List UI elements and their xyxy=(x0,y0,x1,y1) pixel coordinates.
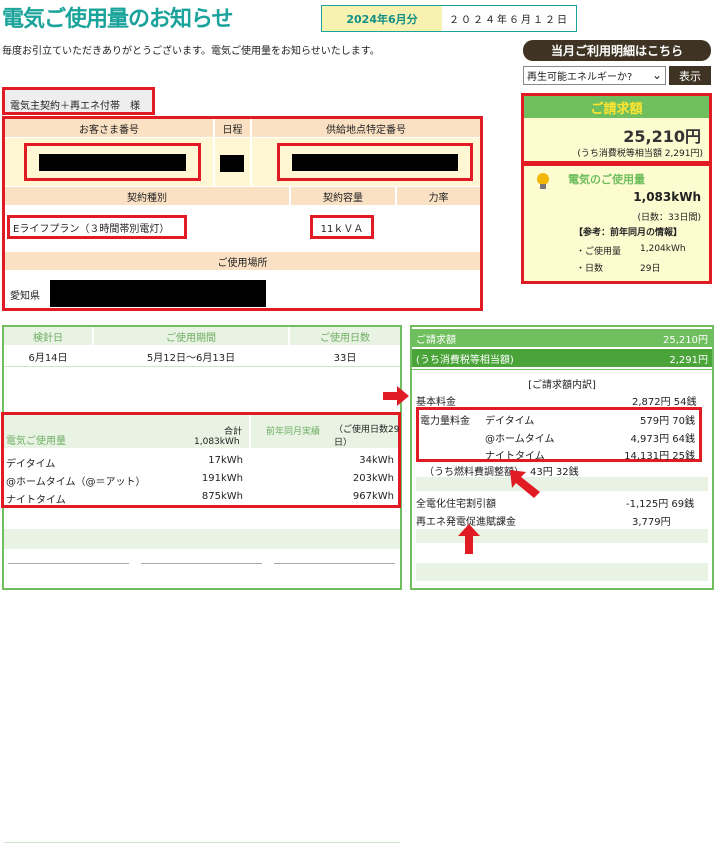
period-header-1: ご使用期間 xyxy=(94,327,288,345)
tax-row: (うち消費税等相当額) 2,291円 xyxy=(412,349,712,367)
monthly-detail-button[interactable]: 当月ご利用明細はこちら xyxy=(523,40,711,61)
usage-days-count: 33日 xyxy=(333,352,357,364)
bill-amount: 25,210円 xyxy=(623,127,701,146)
power-row-nighttime-value: 14,131円 25銭 xyxy=(624,451,695,462)
prev-year-label: 前年同月実績 xyxy=(266,427,321,437)
power-row-daytime-name: デイタイム xyxy=(485,416,535,427)
usage-amount: 1,083kWh xyxy=(633,190,701,204)
page-title: 電気ご使用量のお知らせ xyxy=(2,7,234,32)
row-hometime-cur: 191kWh xyxy=(201,473,243,484)
row-nighttime-prev: 967kWh xyxy=(352,491,394,502)
prev-usage-label: ・ご使用量 xyxy=(576,247,622,257)
power-label: 電力量料金 xyxy=(420,416,470,427)
arrow-up-left-icon xyxy=(510,470,540,498)
reference-title: 【参考：前年同月の情報】 xyxy=(574,228,683,238)
spacer-band xyxy=(416,563,708,581)
contract-info-table: お客さま番号 日程 供給地点特定番号 契約種別 契約容量 力率 Eライフプラン（… xyxy=(2,116,483,311)
power-row-hometime-value: 4,973円 64銭 xyxy=(630,434,695,445)
fuel-label: （うち燃料費調整額） xyxy=(424,467,524,478)
show-button[interactable]: 表示 xyxy=(669,66,711,85)
notice-date: ２０２４年６月１２日 xyxy=(449,15,569,26)
charge-breakdown-panel: ご請求額 25,210円 (うち消費税等相当額) 2,291円 [ご請求額内訳] 基… xyxy=(410,325,714,590)
power-factor-label: 力率 xyxy=(397,187,480,205)
contract-name: 電気主契約＋再エネ付帯 様 xyxy=(10,101,140,112)
divider xyxy=(412,369,712,370)
usage-label: 電気のご使用量 xyxy=(568,173,645,186)
divider xyxy=(8,563,129,564)
row-daytime-prev: 34kWh xyxy=(359,455,394,466)
discount-value: -1,125円 69銭 xyxy=(626,499,695,510)
supply-point-label: 供給地点特定番号 xyxy=(252,119,480,137)
row-nighttime-name: ナイトタイム xyxy=(6,495,66,506)
location-value: 愛知県 xyxy=(10,291,40,302)
customer-no-highlight xyxy=(24,143,201,181)
prev-days-label: ・日数 xyxy=(576,264,604,274)
chevron-down-icon: ⌄ xyxy=(651,68,662,82)
row-hometime-prev: 203kWh xyxy=(352,473,394,484)
row-hometime-name: @ホームタイム（@＝アット） xyxy=(6,477,146,488)
redacted-block xyxy=(292,154,458,171)
row-nighttime-cur: 875kWh xyxy=(201,491,243,502)
total-value: 1,083kWh xyxy=(194,437,240,447)
bill-row-label: ご請求額 xyxy=(416,334,456,346)
base-value: 2,872円 54銭 xyxy=(632,397,697,408)
detail-select[interactable]: 再生可能エネルギーか? ⌄ xyxy=(523,66,666,85)
prev-year-days: （ご使用日数29日） xyxy=(334,425,400,448)
redacted-block xyxy=(50,280,266,307)
redacted-block xyxy=(39,154,186,171)
billing-month: 2024年6月分 xyxy=(322,6,442,31)
bill-row-value: 25,210円 xyxy=(663,334,708,346)
light-bulb-icon xyxy=(537,173,549,189)
bill-label: ご請求額 xyxy=(524,96,709,118)
supply-point-highlight xyxy=(277,143,473,181)
renew-value: 3,779円 xyxy=(632,517,671,528)
period-header-0: 検針日 xyxy=(4,327,92,345)
contract-name-box: 電気主契約＋再エネ付帯 様 xyxy=(2,87,155,115)
bill-row: ご請求額 25,210円 xyxy=(412,329,712,347)
bill-summary-box: ご請求額 25,210円 (うち消費税等相当額 2,291円) xyxy=(521,93,712,164)
power-row-daytime-value: 579円 70銭 xyxy=(640,416,695,427)
customer-no-label: お客さま番号 xyxy=(5,119,213,137)
prev-usage-value: 1,204kWh xyxy=(640,244,686,254)
billing-month-box: 2024年6月分 ２０２４年６月１２日 xyxy=(321,5,577,32)
usage-period: 5月12日～6月13日 xyxy=(146,352,236,364)
tax-row-value: 2,291円 xyxy=(669,354,708,366)
schedule-label: 日程 xyxy=(215,119,250,137)
detail-select-value: 再生可能エネルギーか? xyxy=(527,72,633,83)
row-daytime-name: デイタイム xyxy=(6,459,56,470)
power-row-hometime-name: @ホームタイム xyxy=(485,434,555,445)
capacity-value: 11ｋＶＡ xyxy=(320,223,364,235)
usage-days: (日数：33日間) xyxy=(637,213,701,223)
tax-row-label: (うち消費税等相当額) xyxy=(416,354,514,366)
arrow-right-icon xyxy=(383,386,409,406)
prev-days-value: 29日 xyxy=(640,264,661,274)
divider xyxy=(4,366,400,367)
period-header-2: ご使用日数 xyxy=(290,327,400,345)
arrow-up-icon xyxy=(458,524,480,554)
total-label: 合計 xyxy=(224,427,243,437)
contract-type-label: 契約種別 xyxy=(5,187,289,205)
usage-table: 電気ご使用量 合計 1,083kWh 前年同月実績 （ご使用日数29日） デイタ… xyxy=(1,412,401,508)
capacity-highlight: 11ｋＶＡ xyxy=(310,215,374,239)
power-charge-box: 電力量料金 デイタイム 579円 70銭 @ホームタイム 4,973円 64銭 … xyxy=(416,407,702,462)
meter-date: 6月14日 xyxy=(28,352,68,364)
capacity-label: 契約容量 xyxy=(291,187,395,205)
row-daytime-cur: 17kWh xyxy=(208,455,243,466)
usage-table-title: 電気ご使用量 xyxy=(6,436,66,447)
spacer-band xyxy=(4,529,400,549)
power-row-nighttime-name: ナイトタイム xyxy=(485,451,545,462)
usage-summary-box: 電気のご使用量 1,083kWh (日数：33日間) 【参考：前年同月の情報】 … xyxy=(521,163,712,284)
redacted-block xyxy=(220,155,244,172)
bill-tax: (うち消費税等相当額 2,291円) xyxy=(577,149,703,159)
breakdown-title: [ご請求額内訳] xyxy=(528,380,596,391)
location-label: ご使用場所 xyxy=(5,252,480,270)
greeting-text: 毎度お引立ていただきありがとうございます。電気ご使用量をお知らせいたします。 xyxy=(2,46,380,57)
divider xyxy=(274,563,395,564)
contract-type-value: Eライフプラン（３時間帯別電灯） xyxy=(13,223,170,235)
contract-type-highlight: Eライフプラン（３時間帯別電灯） xyxy=(7,215,187,239)
divider xyxy=(141,563,262,564)
spacer-band xyxy=(416,477,708,491)
